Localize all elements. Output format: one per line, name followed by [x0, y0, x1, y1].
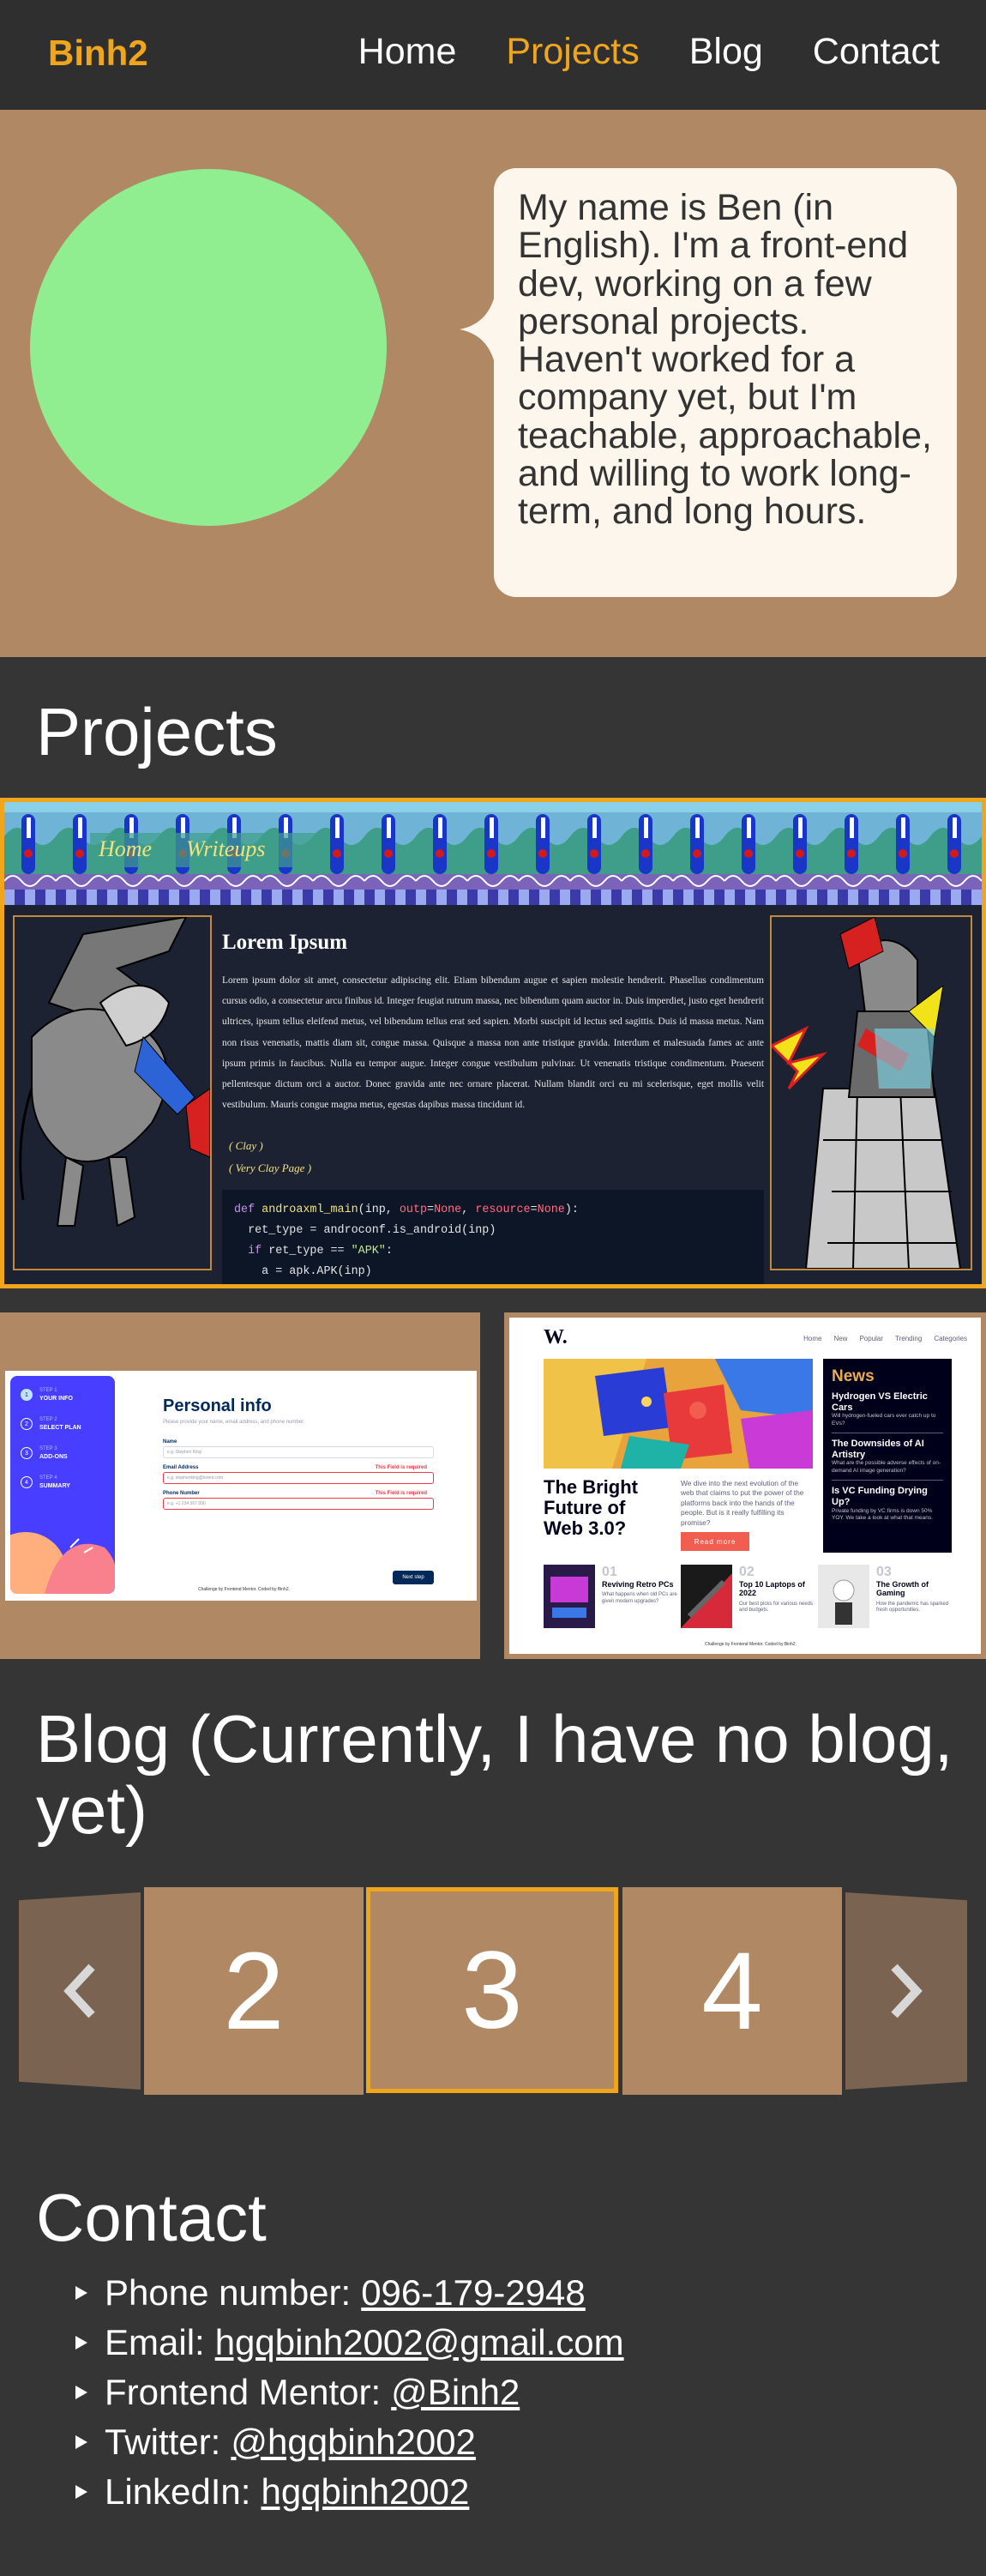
sidebar-decoration — [10, 1532, 115, 1594]
read-more-button[interactable]: Read more — [681, 1532, 749, 1551]
news-item-title[interactable]: Is VC Funding Drying Up? — [832, 1486, 943, 1507]
news-menu-categories[interactable]: Categories — [934, 1335, 967, 1342]
speech-bubble: My name is Ben (in English). I'm a front… — [494, 168, 957, 597]
news-item-title[interactable]: The Downsides of AI Artistry — [832, 1439, 943, 1460]
project1-banner: Home Writeups — [4, 802, 982, 905]
knight-illustration — [769, 915, 972, 1270]
bottom-article-1[interactable]: 01 Reviving Retro PCs What happens when … — [544, 1565, 677, 1628]
project1-nav-home[interactable]: Home — [99, 836, 152, 862]
multistep-form-screenshot: 1 STEP 1 YOUR INFO 2 STEP 2 SELECT PLAN 3 … — [5, 1371, 477, 1601]
bullet-icon — [75, 2386, 87, 2399]
project1-link-clay[interactable]: ( Clay ) — [229, 1135, 311, 1157]
contact-email: Email: hgqbinh2002@gmail.com — [75, 2318, 624, 2368]
carousel-card-active[interactable]: 3 — [366, 1887, 618, 2093]
carousel-card[interactable]: 4 — [622, 1887, 842, 2095]
nav-link-projects[interactable]: Projects — [506, 31, 639, 73]
project-card-1[interactable]: Home Writeups Lorem Ipsum Lorem ipsum do… — [0, 798, 986, 1288]
news-menu-popular[interactable]: Popular — [859, 1335, 883, 1342]
divider — [832, 1480, 943, 1481]
nav-link-blog[interactable]: Blog — [689, 31, 763, 73]
carousel-card[interactable]: 2 — [144, 1887, 364, 2095]
nav-link-contact[interactable]: Contact — [813, 31, 940, 73]
form-heading: Personal info — [163, 1397, 272, 1415]
project1-link-very-clay[interactable]: ( Very Clay Page ) — [229, 1157, 311, 1179]
chevron-left-icon — [63, 1964, 95, 2018]
news-hero-image — [544, 1359, 813, 1469]
banner-border — [4, 890, 982, 905]
news-logo: W. — [544, 1326, 568, 1348]
bio-text: My name is Ben (in English). I'm a front… — [518, 187, 932, 533]
news-menu-new[interactable]: New — [833, 1335, 847, 1342]
contact-twitter: Twitter: @hgqbinh2002 — [75, 2417, 624, 2467]
email-link[interactable]: hgqbinh2002@gmail.com — [215, 2322, 624, 2363]
carousel-next-button[interactable] — [845, 1892, 967, 2090]
phone-label: Phone Number — [163, 1491, 200, 1496]
dragon-illustration — [13, 915, 212, 1270]
email-label: Email Address — [163, 1465, 199, 1470]
avatar — [30, 169, 387, 526]
phone-input[interactable]: e.g. +1 234 567 890 — [163, 1498, 434, 1510]
news-item-text: Will hydrogen-fueled cars ever catch up … — [832, 1413, 936, 1427]
gaming-thumbnail — [818, 1565, 869, 1628]
projects-title: Projects — [36, 694, 278, 769]
form-sidebar: 1 STEP 1 YOUR INFO 2 STEP 2 SELECT PLAN 3 … — [10, 1376, 115, 1594]
brand-logo[interactable]: Binh2 — [48, 33, 148, 74]
bullet-icon — [75, 2336, 87, 2350]
nav-links: Home Projects Blog Contact — [358, 31, 940, 73]
news-menu: Home New Popular Trending Categories — [803, 1335, 967, 1342]
hero-section: My name is Ben (in English). I'm a front… — [0, 110, 986, 657]
news-menu-home[interactable]: Home — [803, 1335, 821, 1342]
nav-link-home[interactable]: Home — [358, 31, 457, 73]
project1-heading: Lorem Ipsum — [222, 931, 348, 954]
news-menu-trending[interactable]: Trending — [895, 1335, 922, 1342]
name-input[interactable]: e.g. Stephen King — [163, 1446, 434, 1458]
news-item-text: Private funding by VC firms is down 50% … — [832, 1507, 933, 1522]
project-card-3[interactable]: W. Home New Popular Trending Categories … — [504, 1312, 986, 1659]
news-attribution: Challenge by Frontend Mentor. Coded by B… — [705, 1642, 797, 1647]
project-card-2[interactable]: 1 STEP 1 YOUR INFO 2 STEP 2 SELECT PLAN 3 … — [0, 1312, 480, 1659]
speech-bubble-tail — [460, 281, 497, 377]
bullet-icon — [75, 2435, 87, 2449]
news-item-title[interactable]: Hydrogen VS Electric Cars — [832, 1391, 943, 1413]
news-intro: We dive into the next evolution of the w… — [681, 1479, 804, 1527]
bullet-icon — [75, 2485, 87, 2499]
next-step-button[interactable]: Next step — [393, 1571, 434, 1584]
news-homepage-screenshot: W. Home New Popular Trending Categories … — [509, 1318, 981, 1654]
form-attribution: Challenge by Frontend Mentor. Coded by B… — [198, 1587, 291, 1592]
frontend-mentor-link[interactable]: @Binh2 — [391, 2372, 520, 2413]
retro-pc-thumbnail — [544, 1565, 595, 1628]
linkedin-link[interactable]: hgqbinh2002 — [261, 2471, 469, 2513]
laptop-thumbnail — [681, 1565, 732, 1628]
news-sidebar-title: News — [832, 1367, 875, 1385]
contact-frontend-mentor: Frontend Mentor: @Binh2 — [75, 2368, 624, 2417]
bottom-article-3[interactable]: 03 The Growth of Gaming How the pandemic… — [818, 1565, 952, 1628]
news-headline: The Bright Future of Web 3.0? — [544, 1476, 638, 1539]
carousel-prev-button[interactable] — [19, 1892, 141, 2090]
phone-link[interactable]: 096-179-2948 — [361, 2272, 586, 2314]
news-item-text: What are the possible adverse effects of… — [832, 1460, 941, 1474]
contact-list: Phone number: 096-179-2948 Email: hgqbin… — [75, 2268, 624, 2517]
name-label: Name — [163, 1439, 177, 1445]
email-error: This Field is required — [375, 1465, 427, 1470]
bottom-article-2[interactable]: 02 Top 10 Laptops of 2022 Our best picks… — [681, 1565, 815, 1628]
project1-body: Lorem ipsum dolor sit amet, consectetur … — [222, 975, 764, 1111]
form-subheading: Please provide your name, email address,… — [163, 1420, 305, 1425]
twitter-link[interactable]: @hgqbinh2002 — [231, 2422, 476, 2463]
blog-title: Blog (Currently, I have no blog, yet) — [36, 1701, 953, 1848]
blog-carousel: 2 3 4 — [0, 1887, 986, 2098]
chevron-right-icon — [891, 1964, 923, 2018]
contact-phone: Phone number: 096-179-2948 — [75, 2268, 624, 2318]
contact-linkedin: LinkedIn: hgqbinh2002 — [75, 2467, 624, 2517]
contact-title: Contact — [36, 2180, 267, 2255]
project1-nav-writeups[interactable]: Writeups — [186, 836, 265, 862]
news-sidebar: News Hydrogen VS Electric Cars Will hydr… — [823, 1359, 952, 1553]
top-nav: Binh2 Home Projects Blog Contact — [0, 0, 986, 110]
project1-nav: Home Writeups — [99, 836, 266, 862]
project1-links: ( Clay ) ( Very Clay Page ) — [229, 1135, 311, 1179]
email-input[interactable]: e.g. stephenking@lorem.com — [163, 1472, 434, 1484]
bullet-icon — [75, 2286, 87, 2300]
phone-error: This Field is required — [375, 1491, 427, 1496]
code-block: def androaxml_main(inp, outp=None, resou… — [222, 1190, 764, 1284]
